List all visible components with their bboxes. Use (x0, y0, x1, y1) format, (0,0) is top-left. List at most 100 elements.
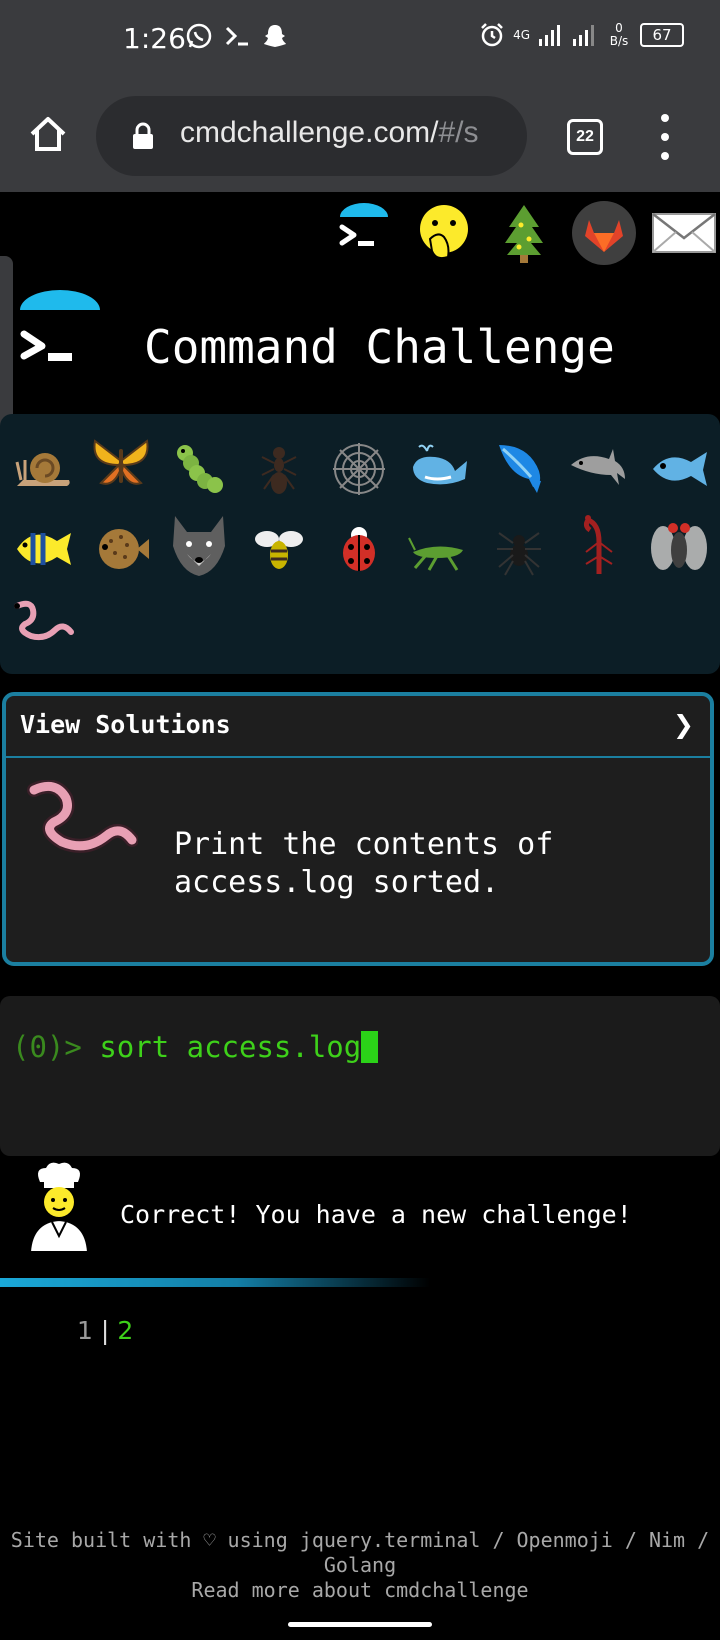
lady-beetle-icon (343, 527, 375, 571)
lock-icon (133, 122, 153, 149)
spider-web-icon (333, 443, 385, 495)
face-with-hand-over-mouth-icon (420, 205, 468, 260)
animal-cricket[interactable] (404, 514, 474, 584)
animal-honeybee[interactable] (244, 514, 314, 584)
whale-2-icon (499, 445, 541, 493)
wolf-icon (173, 516, 225, 576)
challenge-animals-panel (0, 414, 720, 674)
nav-terminal[interactable] (324, 196, 404, 270)
animal-lady-beetle[interactable] (324, 514, 394, 584)
url-rest: #/s (438, 116, 479, 149)
caterpillar-icon (177, 445, 223, 493)
terminal-command[interactable]: sort access.log (99, 1030, 361, 1064)
network-type: 4G (513, 28, 530, 42)
progress-bar (0, 1278, 430, 1287)
challenge-pager: 1 | 2 (77, 1316, 133, 1345)
page-2-link[interactable]: 2 (117, 1316, 133, 1345)
footer-read-more-link[interactable]: Read more about cmdchallenge (0, 1578, 720, 1603)
chef-icon (28, 1162, 90, 1253)
worm-icon (27, 780, 138, 853)
status-time: 1:26 (123, 22, 186, 55)
alarm-icon (481, 23, 503, 47)
site-logo-icon[interactable] (18, 290, 102, 374)
view-solutions-header[interactable]: View Solutions ❯ (6, 696, 710, 758)
terminal-notification-icon (225, 26, 248, 46)
nav-tree[interactable] (484, 196, 564, 270)
gitlab-icon (572, 201, 636, 265)
browser-toolbar: cmdchallenge.com/#/s 22 (0, 82, 720, 192)
status-notification-icons (185, 22, 289, 50)
result-message: Correct! You have a new challenge! (26, 1160, 706, 1256)
status-system-icons: 4G 0 B/s 67 (479, 22, 684, 48)
whale-icon (413, 444, 467, 485)
butterfly-icon (93, 439, 149, 485)
animal-spider[interactable] (484, 514, 554, 584)
animal-blowfish[interactable] (86, 514, 156, 584)
dolphin-icon (571, 449, 625, 485)
result-text: Correct! You have a new challenge! (120, 1200, 632, 1229)
terminal-icon (339, 203, 388, 246)
animal-fish[interactable] (644, 434, 714, 504)
animal-wolf[interactable] (164, 510, 234, 580)
worm-icon (14, 600, 74, 641)
animal-whale-2[interactable] (484, 430, 554, 500)
animal-fly[interactable] (644, 512, 714, 582)
challenge-description: Print the contents of access.log sorted. (174, 826, 553, 902)
footer-credits[interactable]: Site built with ♡ using jquery.terminal … (0, 1528, 720, 1578)
page-1-link[interactable]: 1 (77, 1316, 93, 1345)
footer: Site built with ♡ using jquery.terminal … (0, 1528, 720, 1603)
animal-whale[interactable] (404, 430, 474, 500)
cricket-icon (408, 537, 463, 571)
challenge-description-line-2: access.log sorted. (174, 865, 500, 900)
nav-gitlab[interactable] (564, 196, 644, 270)
terminal-prompt-line[interactable]: (0)> sort access.log (12, 1030, 379, 1064)
animal-spider-web[interactable] (324, 434, 394, 504)
ant-icon (261, 447, 297, 494)
terminal-cursor (361, 1031, 379, 1063)
terminal[interactable]: (0)> sort access.log (0, 996, 720, 1156)
animal-caterpillar[interactable] (164, 434, 234, 504)
status-bar: 1:26 4G 0 B/s 67 (0, 0, 720, 82)
fish-icon (653, 452, 707, 486)
tropical-fish-icon (17, 533, 71, 565)
whatsapp-icon (186, 23, 212, 49)
browser-menu-icon[interactable] (650, 114, 680, 160)
animal-dolphin[interactable] (564, 432, 634, 502)
nav-contact[interactable] (644, 196, 720, 270)
honeybee-icon (255, 531, 303, 569)
view-solutions-label[interactable]: View Solutions (20, 710, 231, 739)
chevron-right-icon[interactable]: ❯ (673, 710, 694, 739)
tree-icon (505, 205, 543, 263)
snapchat-icon (264, 25, 286, 47)
home-icon[interactable] (28, 114, 68, 154)
terminal-prompt: (0)> (12, 1030, 100, 1064)
site-header: Command Challenge (18, 290, 708, 390)
page-title: Command Challenge (144, 320, 615, 374)
battery-indicator: 67 (640, 23, 684, 47)
animal-butterfly[interactable] (86, 428, 156, 498)
signal-2-icon (573, 25, 594, 46)
url-main: cmdchallenge.com/ (180, 116, 439, 149)
challenge-description-line-1: Print the contents of (174, 827, 554, 862)
challenge-card: View Solutions ❯ Print the contents of a… (2, 692, 714, 966)
fly-icon (651, 523, 707, 570)
data-rate: 0 B/s (609, 21, 629, 48)
animal-snail[interactable] (8, 434, 78, 504)
animal-ant[interactable] (244, 434, 314, 504)
animal-scorpion[interactable] (564, 510, 634, 580)
envelope-icon (652, 213, 716, 253)
spider-icon (497, 532, 541, 576)
scorpion-icon (583, 515, 613, 574)
nav-hush[interactable] (404, 196, 484, 270)
page-separator: | (100, 1316, 110, 1345)
animal-tropical-fish[interactable] (8, 514, 78, 584)
animal-worm[interactable] (8, 586, 78, 656)
blowfish-icon (99, 529, 149, 569)
top-nav (324, 196, 720, 270)
snail-icon (15, 453, 70, 486)
signal-icon (539, 25, 560, 46)
tab-switcher-button[interactable]: 22 (567, 119, 603, 155)
address-bar[interactable]: cmdchallenge.com/#/s (96, 96, 527, 176)
url-text[interactable]: cmdchallenge.com/#/s (180, 116, 479, 150)
gesture-nav-bar[interactable] (288, 1622, 432, 1627)
